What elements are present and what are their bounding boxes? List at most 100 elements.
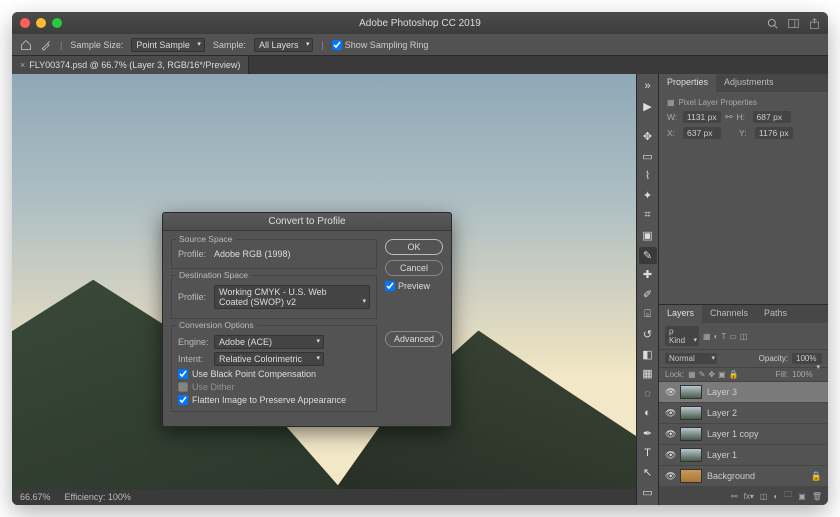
layer-thumbnail[interactable] xyxy=(680,427,702,441)
workspace-icon[interactable] xyxy=(788,18,799,29)
advanced-button[interactable]: Advanced xyxy=(385,331,443,347)
visibility-icon[interactable]: 👁 xyxy=(665,387,675,398)
visibility-icon[interactable]: 👁 xyxy=(665,471,675,482)
layer-row[interactable]: 👁 Layer 1 copy xyxy=(659,424,828,445)
sample-layers-select[interactable]: All Layers xyxy=(254,38,314,52)
filter-smart-icon[interactable]: ◫ xyxy=(740,332,748,341)
visibility-icon[interactable]: 👁 xyxy=(665,408,675,419)
layer-style-icon[interactable]: fx▾ xyxy=(744,492,754,501)
tab-paths[interactable]: Paths xyxy=(756,305,795,323)
layer-name[interactable]: Layer 1 xyxy=(707,450,737,460)
filter-shape-icon[interactable]: ▭ xyxy=(729,332,737,341)
new-layer-icon[interactable]: ▣ xyxy=(798,492,806,501)
share-icon[interactable] xyxy=(809,18,820,29)
blend-mode-select[interactable]: Normal xyxy=(665,353,717,364)
layer-name[interactable]: Layer 2 xyxy=(707,408,737,418)
filter-kind-select[interactable]: ρ Kind xyxy=(665,326,699,346)
lock-artboard-icon[interactable]: ▣ xyxy=(718,370,726,379)
black-point-compensation-checkbox[interactable]: Use Black Point Compensation xyxy=(178,369,370,379)
search-icon[interactable] xyxy=(767,18,778,29)
flatten-image-checkbox[interactable]: Flatten Image to Preserve Appearance xyxy=(178,395,370,405)
move-tool-icon[interactable]: ✥ xyxy=(639,128,657,145)
zoom-level[interactable]: 66.67% xyxy=(20,492,51,502)
layer-row[interactable]: 👁 Layer 3 xyxy=(659,382,828,403)
layer-thumbnail[interactable] xyxy=(680,385,702,399)
efficiency-status[interactable]: Efficiency: 100% xyxy=(65,492,131,502)
y-field[interactable]: 1176 px xyxy=(755,127,793,139)
visibility-icon[interactable]: 👁 xyxy=(665,450,675,461)
tab-properties[interactable]: Properties xyxy=(659,74,716,92)
titlebar: Adobe Photoshop CC 2019 xyxy=(12,12,828,34)
eraser-tool-icon[interactable]: ◧ xyxy=(639,346,657,363)
lock-all-icon[interactable]: 🔒 xyxy=(729,370,739,379)
tab-adjustments[interactable]: Adjustments xyxy=(716,74,782,92)
layer-thumbnail[interactable] xyxy=(680,469,702,483)
intent-select[interactable]: Relative Colorimetric xyxy=(214,352,324,366)
eyedropper-tool-icon[interactable] xyxy=(40,39,52,51)
layer-name[interactable]: Background xyxy=(707,471,755,481)
clone-stamp-tool-icon[interactable]: ⌺ xyxy=(639,306,657,323)
layer-mask-icon[interactable]: ◫ xyxy=(760,492,768,501)
path-tool-icon[interactable]: ↖ xyxy=(639,464,657,481)
tab-layers[interactable]: Layers xyxy=(659,305,702,323)
layer-row[interactable]: 👁 Layer 2 xyxy=(659,403,828,424)
lock-transparency-icon[interactable]: ▦ xyxy=(688,370,696,379)
adjustment-layer-icon[interactable]: ◐ xyxy=(773,492,778,501)
sample-size-select[interactable]: Point Sample xyxy=(131,38,205,52)
canvas-area[interactable]: 66.67% Efficiency: 100% Convert to Profi… xyxy=(12,74,636,505)
shape-tool-icon[interactable]: ▭ xyxy=(639,484,657,501)
engine-select[interactable]: Adobe (ACE) xyxy=(214,335,324,349)
expand-panels-icon[interactable]: » xyxy=(639,78,657,95)
dodge-tool-icon[interactable]: ◐ xyxy=(639,405,657,422)
type-tool-icon[interactable]: T xyxy=(639,445,657,462)
lasso-tool-icon[interactable]: ⌇ xyxy=(639,168,657,185)
visibility-icon[interactable]: 👁 xyxy=(665,429,675,440)
filter-pixel-icon[interactable]: ▦ xyxy=(703,332,711,341)
dialog-title: Convert to Profile xyxy=(163,213,451,231)
filter-adjustment-icon[interactable]: ◐ xyxy=(714,332,719,341)
play-icon[interactable]: ▶ xyxy=(639,98,657,115)
x-field[interactable]: 637 px xyxy=(683,127,721,139)
height-field[interactable]: 687 px xyxy=(753,111,791,123)
lock-pixels-icon[interactable]: ✎ xyxy=(699,370,706,379)
brush-tool-icon[interactable]: ✐ xyxy=(639,286,657,303)
width-field[interactable]: 1131 px xyxy=(683,111,721,123)
layer-name[interactable]: Layer 1 copy xyxy=(707,429,759,439)
layer-name[interactable]: Layer 3 xyxy=(707,387,737,397)
properties-panel-tabs: Properties Adjustments xyxy=(659,74,828,92)
frame-tool-icon[interactable]: ▣ xyxy=(639,227,657,244)
document-tab-title: FLY00374.psd @ 66.7% (Layer 3, RGB/16*/P… xyxy=(29,60,240,70)
healing-brush-tool-icon[interactable]: ✚ xyxy=(639,267,657,284)
layer-row[interactable]: 👁 Background 🔒 xyxy=(659,466,828,487)
eyedropper-tool-icon[interactable]: ✎ xyxy=(639,247,657,264)
magic-wand-tool-icon[interactable]: ✦ xyxy=(639,187,657,204)
preview-checkbox[interactable]: Preview xyxy=(385,281,443,291)
layer-thumbnail[interactable] xyxy=(680,448,702,462)
document-tab[interactable]: × FLY00374.psd @ 66.7% (Layer 3, RGB/16*… xyxy=(12,56,249,74)
show-sampling-ring-checkbox[interactable]: Show Sampling Ring xyxy=(332,40,429,50)
destination-profile-select[interactable]: Working CMYK - U.S. Web Coated (SWOP) v2 xyxy=(214,285,370,309)
blur-tool-icon[interactable]: ◌ xyxy=(639,385,657,402)
close-tab-icon[interactable]: × xyxy=(20,60,25,70)
cancel-button[interactable]: Cancel xyxy=(385,260,443,276)
link-layers-icon[interactable]: ⚯ xyxy=(731,492,738,501)
group-icon[interactable]: 🗀 xyxy=(784,489,792,503)
opacity-field[interactable]: 100% xyxy=(792,353,822,364)
history-brush-tool-icon[interactable]: ↺ xyxy=(639,326,657,343)
crop-tool-icon[interactable]: ⌗ xyxy=(639,207,657,224)
ok-button[interactable]: OK xyxy=(385,239,443,255)
pen-tool-icon[interactable]: ✒ xyxy=(639,425,657,442)
fill-field[interactable]: 100% xyxy=(792,370,822,379)
home-icon[interactable] xyxy=(20,39,32,51)
pixel-layer-icon: ▦ xyxy=(667,98,675,107)
gradient-tool-icon[interactable]: ▦ xyxy=(639,365,657,382)
marquee-tool-icon[interactable]: ▭ xyxy=(639,148,657,165)
tab-channels[interactable]: Channels xyxy=(702,305,756,323)
filter-type-icon[interactable]: T xyxy=(721,332,726,341)
delete-layer-icon[interactable]: 🗑 xyxy=(812,492,822,501)
layer-row[interactable]: 👁 Layer 1 xyxy=(659,445,828,466)
lock-position-icon[interactable]: ✥ xyxy=(708,370,715,379)
link-dimensions-icon[interactable]: ⚯ xyxy=(725,112,733,123)
layer-thumbnail[interactable] xyxy=(680,406,702,420)
lock-icon: 🔒 xyxy=(811,471,822,482)
